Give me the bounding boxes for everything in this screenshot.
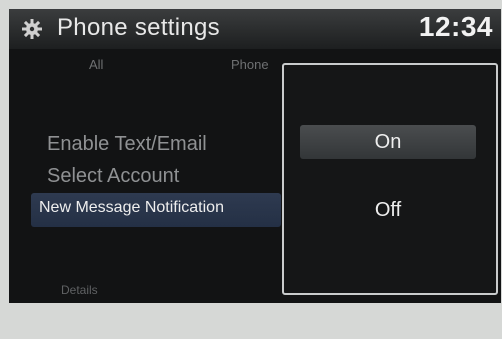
clock: 12:34 xyxy=(418,11,493,42)
menu-item-enable-text-email[interactable]: Enable Text/Email xyxy=(47,133,207,156)
option-popup: On Off xyxy=(282,63,498,295)
menu-item-select-account[interactable]: Select Account xyxy=(47,165,179,188)
details-button[interactable]: Details xyxy=(61,283,98,297)
option-on[interactable]: On xyxy=(300,125,476,159)
menu-item-label: New Message Notification xyxy=(39,199,224,216)
tab-all[interactable]: All xyxy=(89,57,103,72)
header-bar: Phone settings 12:34 xyxy=(9,9,501,49)
option-off[interactable]: Off xyxy=(300,193,476,227)
page-title: Phone settings xyxy=(57,14,220,41)
infotainment-screen: Phone settings 12:34 All Phone Enable Te… xyxy=(9,9,501,303)
gear-icon xyxy=(22,19,42,39)
menu-item-new-message-notification[interactable]: New Message Notification xyxy=(31,193,281,227)
tab-phone[interactable]: Phone xyxy=(231,57,269,72)
